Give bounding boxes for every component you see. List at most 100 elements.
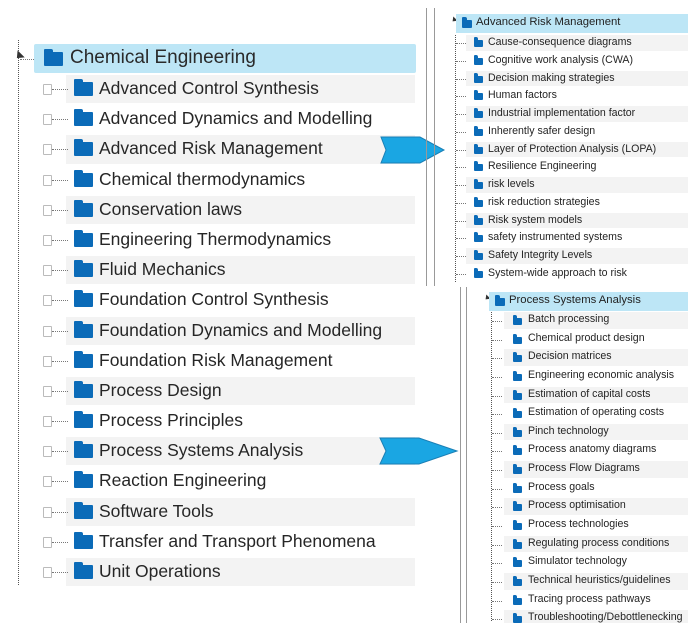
tree-item[interactable]: Foundation Dynamics and Modelling	[0, 316, 420, 346]
list-item[interactable]: Pinch technology	[460, 423, 688, 442]
list-item[interactable]: risk reduction strategies	[426, 194, 688, 212]
list-item[interactable]: Engineering economic analysis	[460, 367, 688, 386]
list-item[interactable]: Process goals	[460, 479, 688, 498]
list-item[interactable]: Decision matrices	[460, 348, 688, 367]
tree-connector-dots	[52, 89, 68, 90]
folder-icon	[513, 594, 522, 605]
tree-connector-dots	[456, 185, 466, 186]
expand-box-icon[interactable]	[43, 144, 52, 156]
list-item-label: Process optimisation	[528, 499, 626, 512]
expand-box-icon[interactable]	[43, 476, 52, 488]
folder-icon	[513, 315, 522, 325]
list-item[interactable]: System-wide approach to risk	[426, 265, 688, 283]
list-item-label: Inherently safer design	[488, 124, 596, 137]
list-item[interactable]: Human factors	[426, 87, 688, 105]
expand-box-icon[interactable]	[43, 234, 52, 246]
list-item-label: Cause-consequence diagrams	[488, 36, 632, 48]
list-item[interactable]: Resilience Engineering	[426, 158, 688, 176]
list-item[interactable]: Simulator technology	[460, 553, 688, 572]
list-item-label: Process goals	[528, 480, 595, 493]
expand-box-icon[interactable]	[43, 567, 52, 578]
list-item[interactable]: Safety Integrity Levels	[426, 247, 688, 265]
list-item[interactable]: Cause-consequence diagrams	[426, 34, 688, 52]
tree-root-chemical-engineering[interactable]: Chemical Engineering	[34, 44, 416, 73]
list-item[interactable]: Estimation of operating costs	[460, 404, 688, 423]
list-item[interactable]: risk levels	[426, 176, 688, 194]
tree-item[interactable]: Process Design	[0, 376, 420, 406]
expand-box-icon[interactable]	[43, 385, 52, 397]
tree-connector-dots	[492, 600, 502, 602]
folder-icon	[513, 501, 522, 512]
folder-icon	[474, 54, 483, 65]
list-item-label: safety instrumented systems	[488, 231, 623, 244]
tree-connector-dots	[456, 96, 466, 98]
list-item-label: risk levels	[488, 178, 535, 190]
expand-box-icon[interactable]	[43, 446, 52, 458]
advanced-risk-management-panel: Advanced Risk Management Cause-consequen…	[426, 8, 688, 286]
tree-item-label: Reaction Engineering	[99, 470, 267, 491]
expand-box-icon[interactable]	[43, 506, 52, 518]
expand-box-icon[interactable]	[43, 204, 52, 216]
tree-item[interactable]: Process Principles	[0, 406, 420, 436]
tree-item[interactable]: Fluid Mechanics	[0, 255, 420, 285]
tree-item[interactable]: Foundation Control Synthesis	[0, 285, 420, 315]
list-item[interactable]: Process optimisation	[460, 497, 688, 516]
tree-item[interactable]: Reaction Engineering	[0, 466, 420, 496]
expand-box-icon[interactable]	[43, 355, 52, 367]
list-item[interactable]: safety instrumented systems	[426, 229, 688, 247]
tree-item[interactable]: Chemical thermodynamics	[0, 165, 420, 195]
tree-item-label: Unit Operations	[99, 561, 221, 581]
tree-connector-dots	[52, 511, 68, 513]
list-item[interactable]: Risk system models	[426, 212, 688, 230]
list-item[interactable]: Troubleshooting/Debottlenecking	[460, 609, 688, 623]
tree-item[interactable]: Unit Operations	[0, 557, 420, 587]
expand-box-icon[interactable]	[43, 295, 52, 307]
tree-item[interactable]: Advanced Risk Management	[0, 134, 420, 164]
tree-connector-dots	[456, 220, 466, 222]
list-item[interactable]: Process technologies	[460, 516, 688, 535]
tree-connector-dots	[456, 167, 466, 169]
tree-item-label: Foundation Dynamics and Modelling	[99, 319, 383, 340]
list-item[interactable]: Tracing process pathways	[460, 591, 688, 610]
list-item[interactable]: Inherently safer design	[426, 123, 688, 141]
expand-box-icon[interactable]	[43, 265, 52, 277]
list-item[interactable]: Technical heuristics/guidelines	[460, 572, 688, 591]
list-item[interactable]: Chemical product design	[460, 330, 688, 349]
tree-item-label: Process Systems Analysis	[99, 440, 304, 461]
list-item[interactable]: Regulating process conditions	[460, 535, 688, 554]
list-item[interactable]: Batch processing	[460, 311, 688, 330]
folder-icon	[474, 232, 483, 243]
folder-icon	[74, 79, 93, 96]
expand-box-icon[interactable]	[43, 416, 52, 428]
list-item[interactable]: Process Flow Diagrams	[460, 460, 688, 479]
list-item[interactable]: Decision making strategies	[426, 70, 688, 88]
expand-box-icon[interactable]	[43, 325, 52, 337]
folder-icon	[474, 72, 483, 83]
tree-item[interactable]: Foundation Risk Management	[0, 346, 420, 376]
list-item[interactable]: Layer of Protection Analysis (LOPA)	[426, 141, 688, 159]
tree-connector-dots	[52, 481, 68, 483]
list-item[interactable]: Industrial implementation factor	[426, 105, 688, 123]
tree-item[interactable]: Conservation laws	[0, 195, 420, 225]
folder-icon	[513, 333, 522, 344]
tree-item[interactable]: Engineering Thermodynamics	[0, 225, 420, 255]
folder-icon	[74, 199, 93, 217]
expand-box-icon[interactable]	[43, 84, 52, 95]
folder-icon	[513, 482, 522, 493]
tree-item[interactable]: Advanced Dynamics and Modelling	[0, 104, 420, 134]
list-item[interactable]: Estimation of capital costs	[460, 386, 688, 405]
tree-item[interactable]: Process Systems Analysis	[0, 436, 420, 466]
psa-panel-header[interactable]: Process Systems Analysis	[489, 292, 688, 311]
list-item[interactable]: Process anatomy diagrams	[460, 441, 688, 460]
expand-box-icon[interactable]	[43, 174, 52, 186]
tree-item[interactable]: Software Tools	[0, 497, 420, 527]
expand-box-icon[interactable]	[43, 114, 52, 126]
tree-item[interactable]: Advanced Control Synthesis	[0, 74, 420, 104]
tree-item[interactable]: Transfer and Transport Phenomena	[0, 527, 420, 557]
list-item-label: Simulator technology	[528, 555, 627, 568]
folder-icon	[474, 108, 483, 118]
expand-box-icon[interactable]	[43, 536, 52, 548]
list-item[interactable]: Cognitive work analysis (CWA)	[426, 52, 688, 70]
risk-panel-header[interactable]: Advanced Risk Management	[456, 14, 688, 33]
folder-icon	[74, 501, 93, 519]
